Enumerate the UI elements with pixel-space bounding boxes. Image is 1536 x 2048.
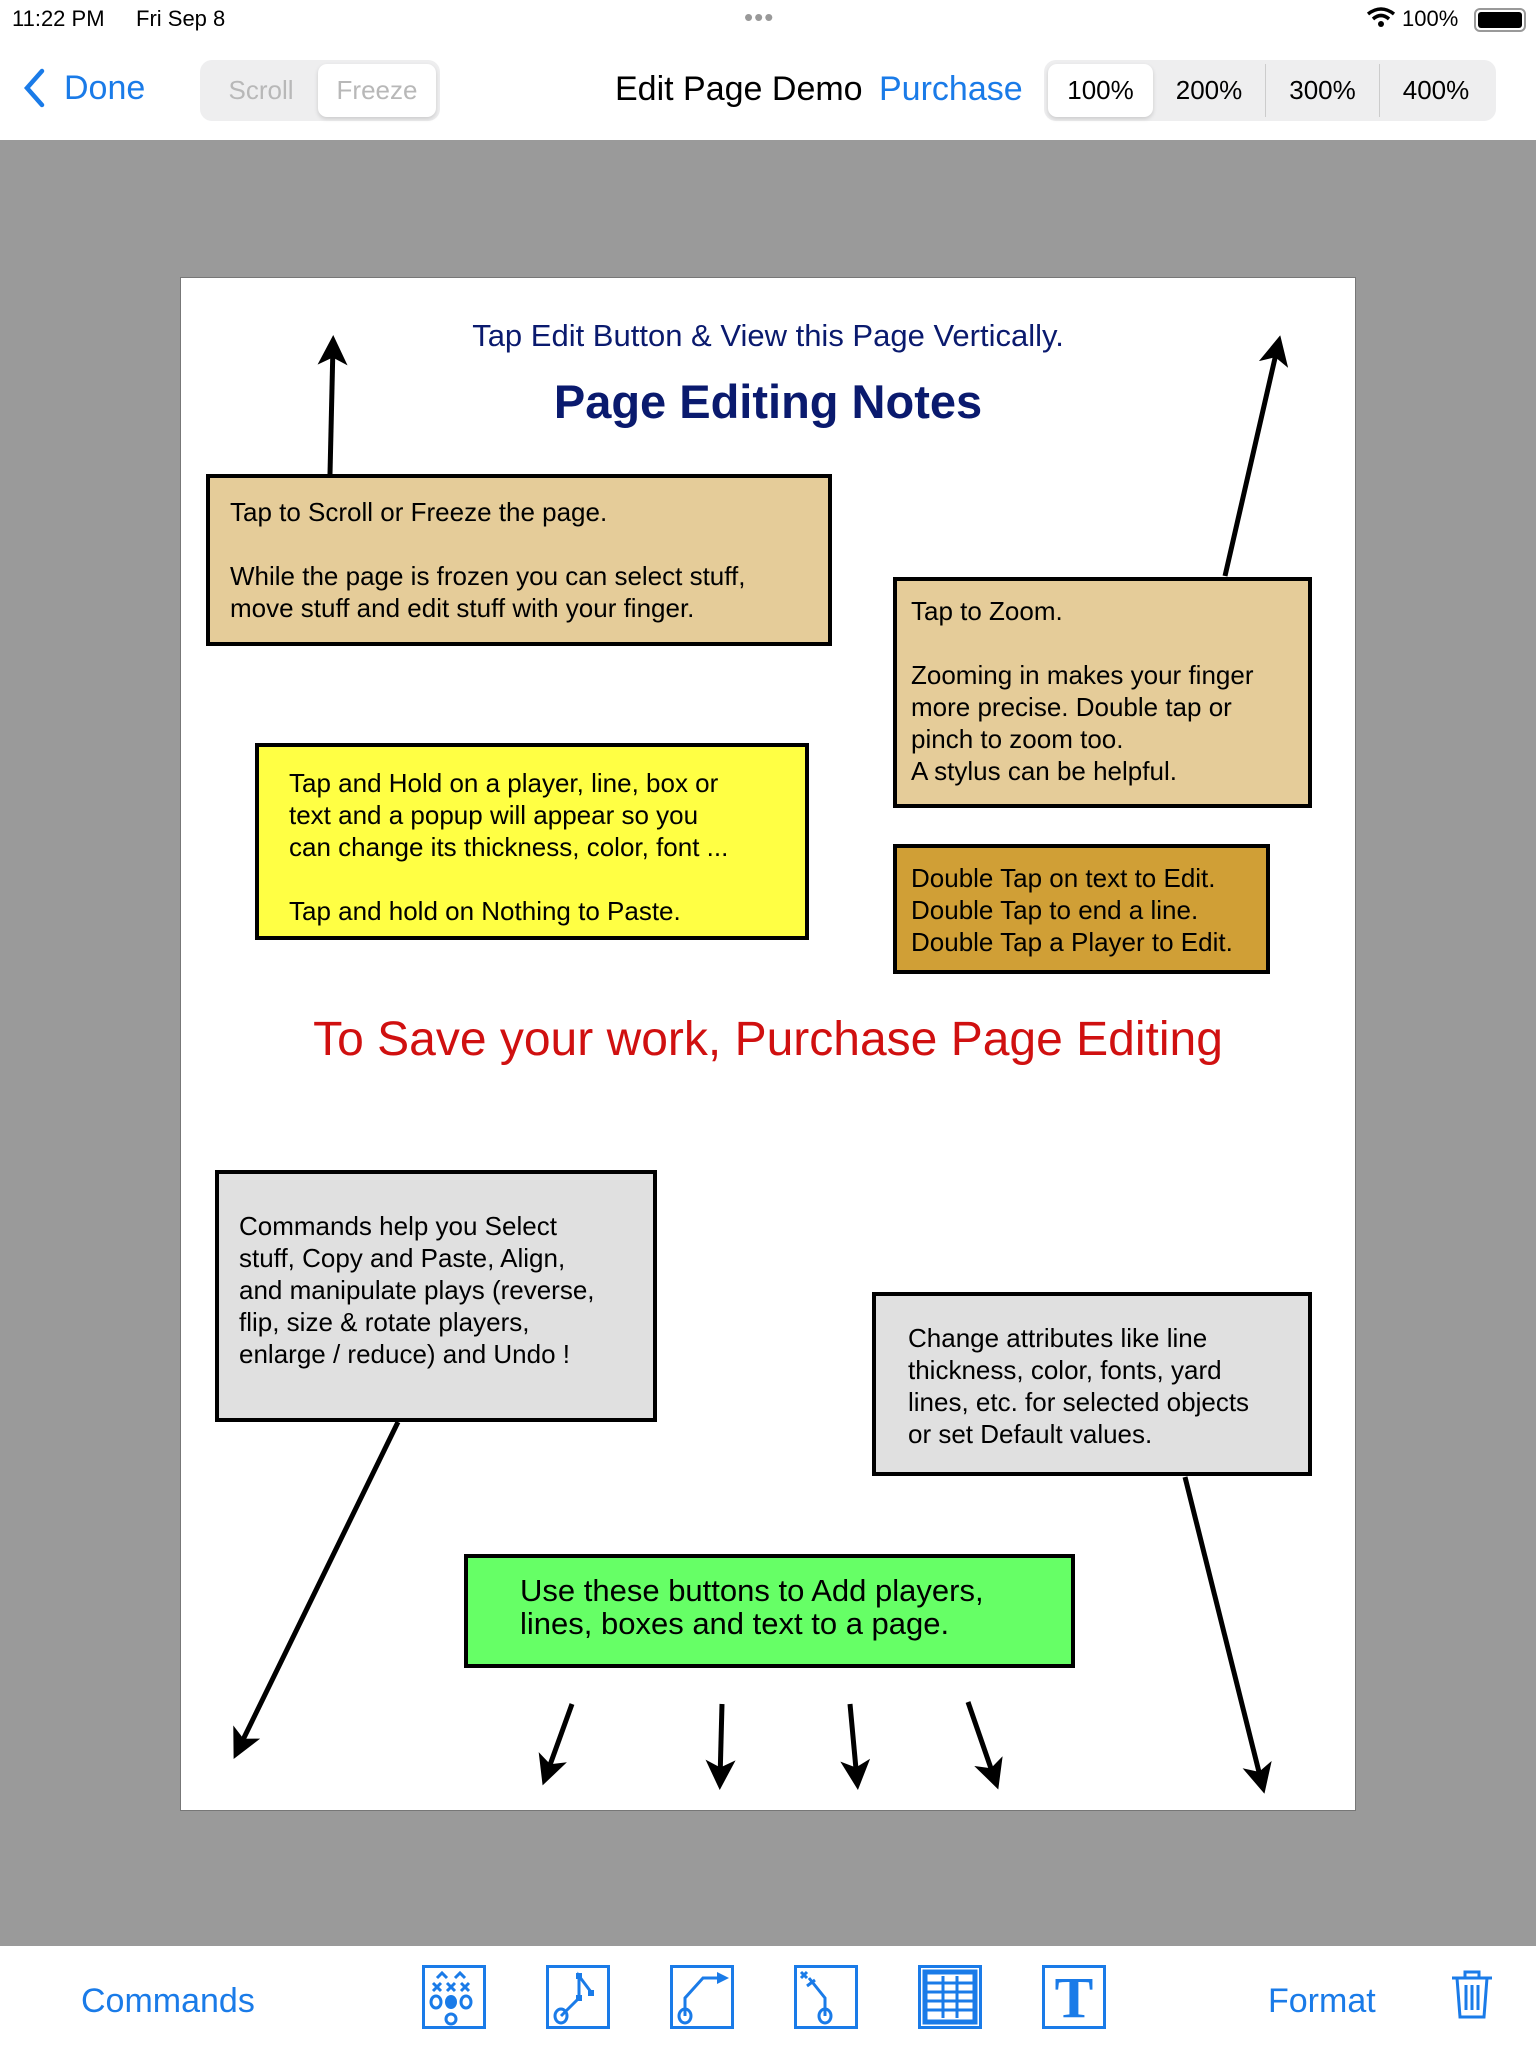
arrow-to-tool-1[interactable]	[538, 1703, 575, 1786]
arrow-to-zoom-control[interactable]	[1222, 335, 1289, 577]
players-icon	[429, 1970, 473, 2026]
add-block-line-button[interactable]	[794, 1965, 858, 2029]
arrow-to-format[interactable]	[1182, 1476, 1272, 1794]
arrow-to-tool-4[interactable]	[965, 1701, 1003, 1790]
box-icon	[922, 1969, 978, 2025]
block-line-icon	[799, 1970, 833, 2025]
arrow-to-tool-3[interactable]	[840, 1703, 871, 1790]
add-arrow-line-button[interactable]	[670, 1965, 734, 2029]
add-line-button[interactable]	[546, 1965, 610, 2029]
format-button[interactable]: Format	[1268, 1982, 1376, 2021]
text-icon: T	[1054, 1964, 1094, 2030]
trash-icon[interactable]	[1450, 1968, 1494, 2025]
add-players-button[interactable]	[422, 1965, 486, 2029]
bottom-toolbar: Commands Format	[0, 1946, 1536, 2048]
arrow-to-scroll-control[interactable]	[317, 335, 348, 475]
arrow-to-commands[interactable]	[233, 1420, 401, 1759]
arrows-layer	[233, 335, 1289, 1794]
line-icon	[553, 1971, 594, 2025]
arrow-to-tool-2[interactable]	[705, 1703, 736, 1790]
add-text-button[interactable]: T	[1042, 1964, 1106, 2030]
arrow-line-icon	[677, 1972, 729, 2025]
add-box-button[interactable]	[918, 1965, 982, 2029]
commands-button[interactable]: Commands	[81, 1982, 255, 2021]
